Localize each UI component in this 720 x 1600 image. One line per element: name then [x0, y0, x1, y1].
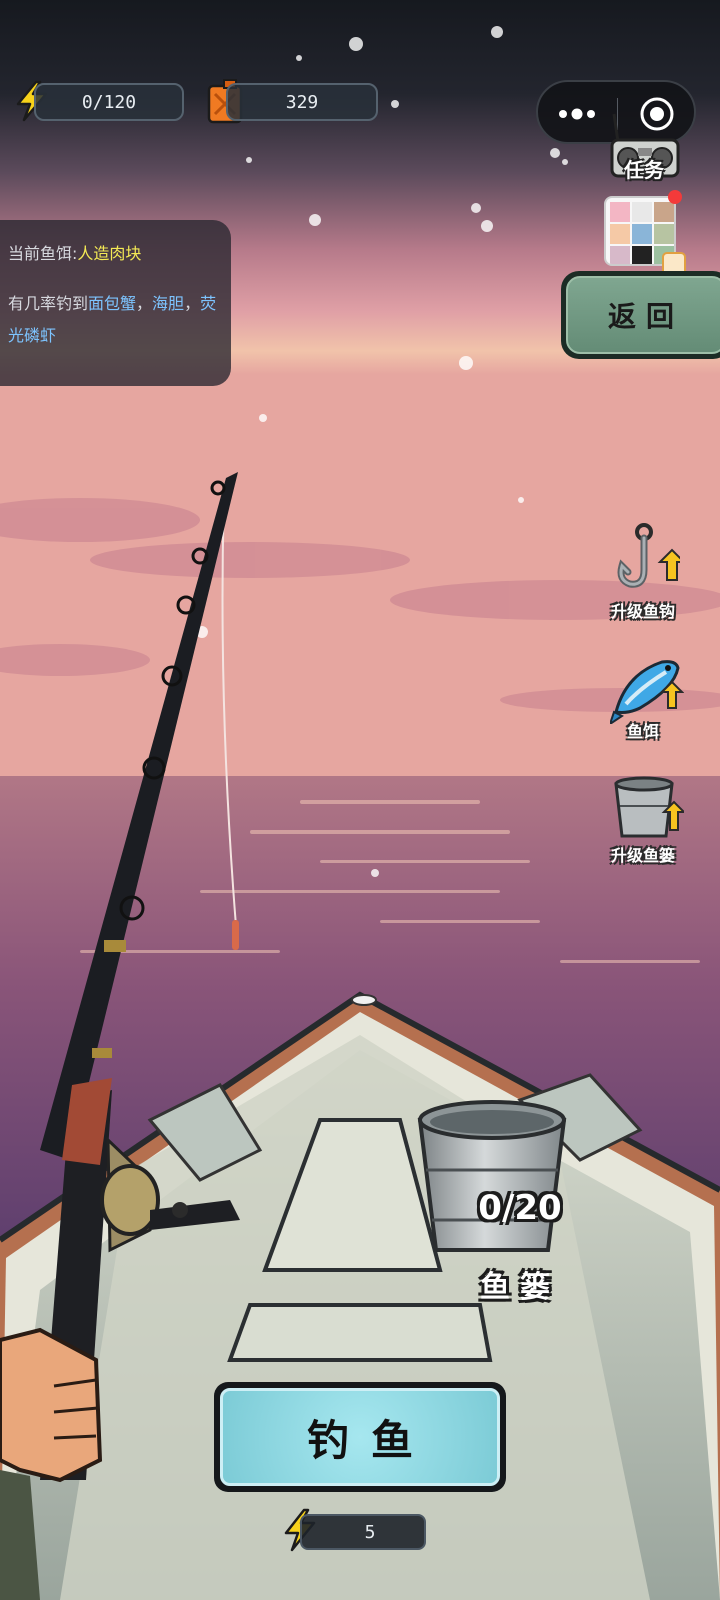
- fish-hook-icon: [617, 523, 680, 588]
- more-dots-icon: [559, 108, 595, 120]
- float-bobber: [232, 920, 239, 950]
- catch-item: 面包蟹: [88, 294, 137, 313]
- task-button[interactable]: 任务: [608, 112, 708, 188]
- fish-button-label: 钓鱼: [306, 1415, 435, 1465]
- upgrade-hook-button[interactable]: 升级鱼钩: [588, 522, 698, 622]
- catch-chance-prefix: 有几率钓到: [8, 294, 89, 313]
- fuel-counter: 329: [226, 83, 378, 121]
- current-bait-name: 人造肉块: [77, 244, 142, 263]
- basket-count: 0/20: [478, 1188, 562, 1228]
- promo-tile: [632, 202, 652, 222]
- bait-button[interactable]: 鱼饵: [588, 654, 698, 744]
- energy-counter: 0/120: [34, 83, 184, 121]
- game-scene: 0/120 329 任务 当前鱼饵:人造肉块 有几率钓到面包蟹，海胆，荧光磷虾 …: [0, 0, 720, 1600]
- catch-chance-line: 有几率钓到面包蟹，海胆，荧光磷虾: [8, 288, 221, 352]
- catch-item: 海胆: [152, 294, 185, 313]
- energy-value: 0/120: [81, 91, 137, 113]
- back-button-face: 返回: [566, 276, 720, 354]
- fish-bait-icon: [610, 660, 684, 724]
- promo-tile: [610, 246, 630, 264]
- fish-button[interactable]: 钓鱼: [214, 1382, 506, 1492]
- current-bait-prefix: 当前鱼饵:: [8, 244, 78, 263]
- energy-cost: 5: [300, 1514, 426, 1550]
- bucket-icon: [614, 776, 684, 838]
- fish-button-face: 钓鱼: [220, 1388, 500, 1486]
- promo-tile: [654, 224, 674, 244]
- promo-tile: [610, 202, 630, 222]
- catch-separator: ，: [136, 294, 153, 313]
- task-label: 任务: [624, 158, 664, 182]
- basket-label: 鱼篓: [480, 1270, 560, 1305]
- more-button[interactable]: [538, 82, 616, 146]
- promo-tile: [632, 246, 652, 264]
- fuel-value: 329: [285, 91, 319, 113]
- promo-tile: [654, 202, 674, 222]
- catch-separator: ，: [184, 294, 201, 313]
- bait-label: 鱼饵: [626, 722, 659, 741]
- back-button-label: 返回: [607, 300, 684, 333]
- back-button[interactable]: 返回: [561, 271, 720, 359]
- notification-dot: [668, 190, 682, 204]
- bait-info-panel: 当前鱼饵:人造肉块 有几率钓到面包蟹，海胆，荧光磷虾: [0, 220, 231, 386]
- upgrade-basket-label: 升级鱼篓: [610, 846, 675, 865]
- promo-tile: [610, 224, 630, 244]
- energy-cost-value: 5: [364, 1521, 376, 1543]
- upgrade-hook-label: 升级鱼钩: [610, 602, 675, 621]
- current-bait-line: 当前鱼饵:人造肉块: [8, 238, 221, 270]
- upgrade-basket-button[interactable]: 升级鱼篓: [588, 776, 698, 868]
- promo-tile: [632, 224, 652, 244]
